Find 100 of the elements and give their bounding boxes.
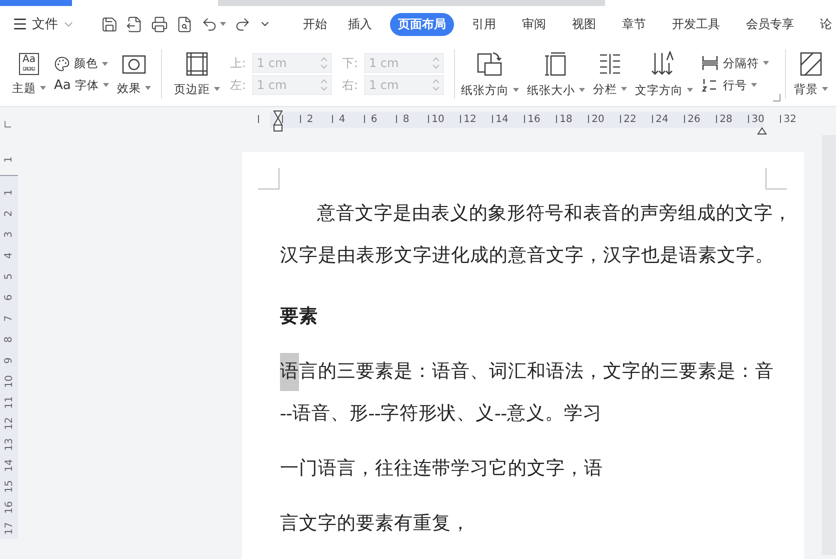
ruler-number: 13 xyxy=(2,438,16,451)
page-break-icon xyxy=(700,55,719,71)
ruler-number: 6 xyxy=(370,114,378,124)
ruler-number: 1 xyxy=(2,189,16,196)
line-numbers-button[interactable]: 行号 xyxy=(700,77,769,93)
ruler-number: 6 xyxy=(2,294,16,301)
caret-icon xyxy=(220,22,226,26)
theme-button[interactable]: Aa 主题 xyxy=(10,52,48,96)
effect-icon xyxy=(122,52,146,74)
ruler-number: 2 xyxy=(2,210,16,217)
ruler-number: 11 xyxy=(2,396,16,409)
paper-size-icon xyxy=(544,50,568,76)
margin-label: 右: xyxy=(342,76,358,94)
palette-icon xyxy=(54,56,70,72)
print-preview-button[interactable] xyxy=(176,16,193,32)
crop-mark xyxy=(765,168,787,190)
ruler-number: 32 xyxy=(784,114,796,124)
text-line: 言文字的要素有重复， xyxy=(280,512,471,536)
ruler-number: 12 xyxy=(2,417,16,430)
ribbon-tab[interactable]: 会员专享 xyxy=(738,12,802,36)
ruler-number: 14 xyxy=(496,114,508,124)
redo-icon xyxy=(234,16,251,32)
ruler-number: 30 xyxy=(752,114,764,124)
page-rotate-icon xyxy=(476,50,504,76)
font-icon: Aa xyxy=(54,78,71,92)
right-indent-marker-icon[interactable] xyxy=(757,127,767,135)
paper-size-button[interactable]: 纸张大小 xyxy=(524,50,587,98)
indent-marker-icon[interactable] xyxy=(273,110,283,132)
ruler-number: 5 xyxy=(2,273,16,280)
undo-button[interactable] xyxy=(201,16,226,32)
caret-icon xyxy=(822,87,828,91)
save-button[interactable] xyxy=(101,16,118,32)
ribbon-tab[interactable]: 开发工具 xyxy=(664,12,728,36)
ruler-number: 7 xyxy=(2,315,16,322)
background-icon xyxy=(800,52,822,76)
caret-icon xyxy=(512,88,519,92)
window-tab-strip xyxy=(0,0,72,6)
heading-text: 要素 xyxy=(280,305,319,329)
file-search-icon xyxy=(176,16,193,32)
caret-icon xyxy=(578,88,585,92)
spinner-icon xyxy=(432,79,439,91)
caret-icon xyxy=(102,83,109,87)
ribbon-tab[interactable]: 页面布局 xyxy=(390,12,454,36)
font-button[interactable]: Aa 字体 xyxy=(54,78,109,92)
redo-button[interactable] xyxy=(234,16,251,32)
text-line: 一门语言，往往连带学习它的文字，语 xyxy=(280,457,604,481)
text-line: 语言的三要素是：语音、词汇和语法，文字的三要素是：音 xyxy=(280,351,804,393)
ruler-number: 1 xyxy=(2,156,16,163)
ruler-number: 8 xyxy=(402,114,410,124)
margins-button[interactable]: 页边距 xyxy=(172,52,222,96)
background-button[interactable]: 背景 xyxy=(792,52,830,96)
ruler-number: 26 xyxy=(688,114,700,124)
caret-icon xyxy=(686,88,693,92)
ribbon-tab[interactable]: 引用 xyxy=(464,12,504,36)
ribbon-tab[interactable]: 审阅 xyxy=(514,12,554,36)
ruler-number: 9 xyxy=(2,357,16,364)
spinner-icon xyxy=(432,57,439,69)
file-menu-button[interactable]: 文件 xyxy=(12,15,81,33)
export-button[interactable] xyxy=(126,16,143,32)
margin-label: 下: xyxy=(342,54,358,72)
ruler-number: 24 xyxy=(656,114,668,124)
text-line: 意音文字是由表义的象形符号和表音的声旁组成的文字， xyxy=(316,202,793,226)
dialog-launcher-icon[interactable] xyxy=(772,94,781,102)
ruler-number: 12 xyxy=(464,114,476,124)
text-direction-button[interactable]: 文字方向 xyxy=(632,50,695,98)
color-button[interactable]: 颜色 xyxy=(54,56,109,72)
margin-label: 左: xyxy=(230,76,246,94)
print-button[interactable] xyxy=(151,16,168,32)
ruler-number: 8 xyxy=(2,336,16,343)
ruler-corner-icon xyxy=(4,121,11,128)
ribbon-tab[interactable]: 章节 xyxy=(614,12,654,36)
text-line: 汉字是由表形文字进化成的意音文字，汉字也是语素文字。 xyxy=(280,244,775,268)
ruler-number: 22 xyxy=(624,114,636,124)
ribbon-tab[interactable]: 开始 xyxy=(295,12,335,36)
ruler-number: 17 xyxy=(2,522,16,535)
caret-icon xyxy=(620,87,627,91)
ruler-number: 14 xyxy=(2,459,16,472)
ribbon-tab[interactable]: 插入 xyxy=(340,12,380,36)
breaks-button[interactable]: 分隔符 xyxy=(700,55,769,71)
spinner-icon xyxy=(320,57,327,69)
text-line: --语音、形--字符形状、义--意义。学习 xyxy=(280,402,603,426)
crop-mark xyxy=(258,168,280,190)
ruler-number: 20 xyxy=(592,114,604,124)
ruler-number: 18 xyxy=(560,114,572,124)
orientation-button[interactable]: 纸张方向 xyxy=(458,50,521,98)
ribbon-tab[interactable]: 视图 xyxy=(564,12,604,36)
columns-icon xyxy=(598,52,622,76)
page-margins-icon xyxy=(186,52,208,76)
ribbon-tab[interactable]: 论 xyxy=(812,12,836,36)
columns-button[interactable]: 分栏 xyxy=(590,52,629,96)
file-export-icon xyxy=(126,16,143,32)
ruler-number: 28 xyxy=(720,114,732,124)
undo-icon xyxy=(201,16,218,32)
caret-icon xyxy=(214,87,220,91)
ruler-number: 16 xyxy=(2,501,16,514)
caret-icon xyxy=(144,86,151,90)
ruler-number: 10 xyxy=(2,375,16,388)
effect-button[interactable]: 效果 xyxy=(114,52,153,96)
save-icon xyxy=(101,16,118,32)
caret-icon xyxy=(102,62,108,66)
